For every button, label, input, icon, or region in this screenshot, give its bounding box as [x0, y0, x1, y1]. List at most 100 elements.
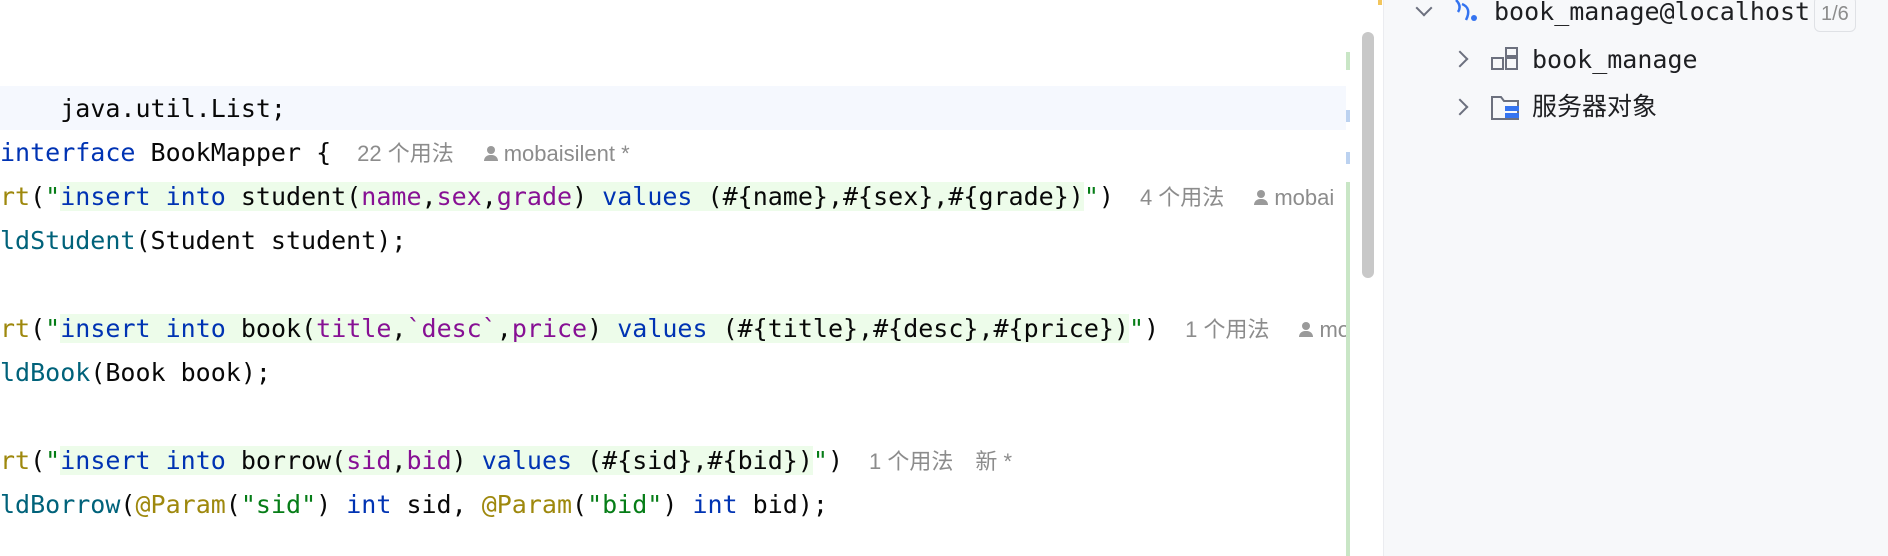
sql-keyword: into: [165, 446, 226, 475]
sql-column: bid: [406, 446, 452, 475]
sql-keyword: insert: [60, 446, 151, 475]
database-explorer-panel: [1384, 0, 1888, 556]
change-marker: [1346, 152, 1350, 164]
usages-hint[interactable]: 22 个用法: [357, 141, 454, 166]
sql-column: grade: [496, 182, 573, 211]
sql-keyword: values: [481, 446, 573, 475]
string-quote: ": [1128, 314, 1145, 343]
code-line: java.util.List;: [0, 43, 286, 123]
method-name: ldBorrow: [0, 490, 121, 519]
code-text: bid);: [737, 490, 828, 519]
sql-column: title: [316, 314, 392, 343]
code-line: ldStudent(Student student);: [0, 219, 406, 263]
sql-injection: insert into borrow(sid,bid) values (#{si…: [60, 446, 813, 475]
code-text: (: [30, 182, 46, 211]
sql-injection: insert into student(name,sex,grade) valu…: [60, 182, 1084, 211]
sql-keyword: insert: [60, 314, 151, 343]
sql-injection: insert into book(title,`desc`,price) val…: [60, 314, 1129, 343]
string-quote: ": [1083, 182, 1099, 211]
sql-keyword: into: [165, 182, 226, 211]
keyword: int: [346, 490, 392, 519]
code-text: (Student student);: [135, 226, 407, 255]
change-marker: [1346, 182, 1350, 556]
change-marker: [1346, 52, 1350, 70]
tree-node-schema[interactable]: book_manage: [1532, 40, 1698, 80]
sql-keyword: insert: [60, 182, 151, 211]
code-line: interface BookMapper { 22 个用法 mobaisilent …: [0, 131, 630, 175]
code-text: ): [1098, 182, 1114, 211]
sql-values: (#{sid},#{bid}): [572, 446, 813, 475]
code-text: ,: [391, 446, 407, 475]
annotation: @Param: [135, 490, 226, 519]
author-icon: [483, 145, 498, 163]
tree-node-datasource[interactable]: book_manage@localhost: [1494, 0, 1810, 32]
code-line: ldBorrow(@Param("sid") int sid, @Param("…: [0, 483, 828, 527]
sql-column: name: [361, 182, 422, 211]
code-text: ): [662, 490, 693, 519]
sql-keyword: values: [602, 182, 693, 211]
usages-hint[interactable]: 1 个用法: [869, 449, 953, 474]
code-text: ,: [391, 314, 407, 343]
keyword: int: [692, 490, 738, 519]
datasource-label: book_manage@localhost: [1494, 0, 1811, 26]
string-quote: ": [45, 314, 61, 343]
code-text: ): [827, 446, 843, 475]
sql-table: student(: [225, 182, 362, 211]
code-text: ,: [421, 182, 437, 211]
usages-hint[interactable]: 1 个用法: [1185, 317, 1269, 342]
code-text: ): [451, 446, 482, 475]
author-icon: [1254, 189, 1269, 207]
schema-label: book_manage: [1532, 45, 1698, 74]
server-objects-label: 服务器对象: [1532, 92, 1658, 121]
sql-keyword: values: [617, 314, 708, 343]
interface-name: BookMapper {: [135, 138, 332, 167]
code-text: (: [120, 490, 136, 519]
code-text: (: [572, 490, 588, 519]
code-text: (: [30, 314, 46, 343]
author-hint[interactable]: mobaisilent *: [504, 141, 630, 166]
schema-icon: [1491, 47, 1518, 70]
schema-count-badge[interactable]: 1/6: [1814, 0, 1856, 32]
sql-column: `desc`: [406, 314, 497, 343]
code-text: (: [225, 490, 241, 519]
sql-values: (#{name},#{sex},#{grade}): [692, 182, 1084, 211]
sql-table: book(: [225, 314, 317, 343]
sql-column: sid: [346, 446, 392, 475]
author-hint[interactable]: mo: [1319, 317, 1346, 342]
sql-values: (#{title},#{desc},#{price}): [707, 314, 1129, 343]
code-text: ): [587, 314, 618, 343]
sql-column: price: [511, 314, 588, 343]
usages-hint[interactable]: 4 个用法: [1140, 185, 1224, 210]
code-text: (: [30, 446, 46, 475]
code-text: (Book book);: [90, 358, 271, 387]
code-line: rt("insert into borrow(sid,bid) values (…: [0, 439, 1012, 483]
tree-node-server-objects[interactable]: 服务器对象: [1532, 87, 1657, 127]
method-name: ldStudent: [0, 226, 136, 255]
code-line: ldBook(Book book);: [0, 351, 271, 395]
sql-keyword: into: [165, 314, 226, 343]
server-objects-folder-icon: [1491, 96, 1519, 120]
annotation: rt: [0, 446, 31, 475]
code-text: java.util.List;: [60, 94, 286, 123]
code-editor[interactable]: java.util.List; interface BookMapper { 22…: [0, 0, 1346, 556]
keyword: interface: [0, 138, 136, 167]
code-text: ): [316, 490, 347, 519]
code-text: ): [1144, 314, 1160, 343]
annotation: rt: [0, 182, 31, 211]
sql-table: borrow(: [225, 446, 347, 475]
code-line: rt("insert into book(title,`desc`,price)…: [0, 307, 1346, 351]
new-author-hint[interactable]: 新 *: [975, 449, 1012, 474]
author-icon: [1299, 321, 1314, 339]
scrollbar-thumb[interactable]: [1362, 32, 1374, 278]
annotation: @Param: [481, 490, 573, 519]
string-literal: "bid": [587, 490, 663, 519]
code-text: ,: [496, 314, 512, 343]
code-text: ,: [481, 182, 497, 211]
string-quote: ": [45, 446, 61, 475]
author-hint[interactable]: mobai: [1274, 185, 1334, 210]
code-text: ): [572, 182, 603, 211]
change-marker: [1346, 110, 1350, 122]
